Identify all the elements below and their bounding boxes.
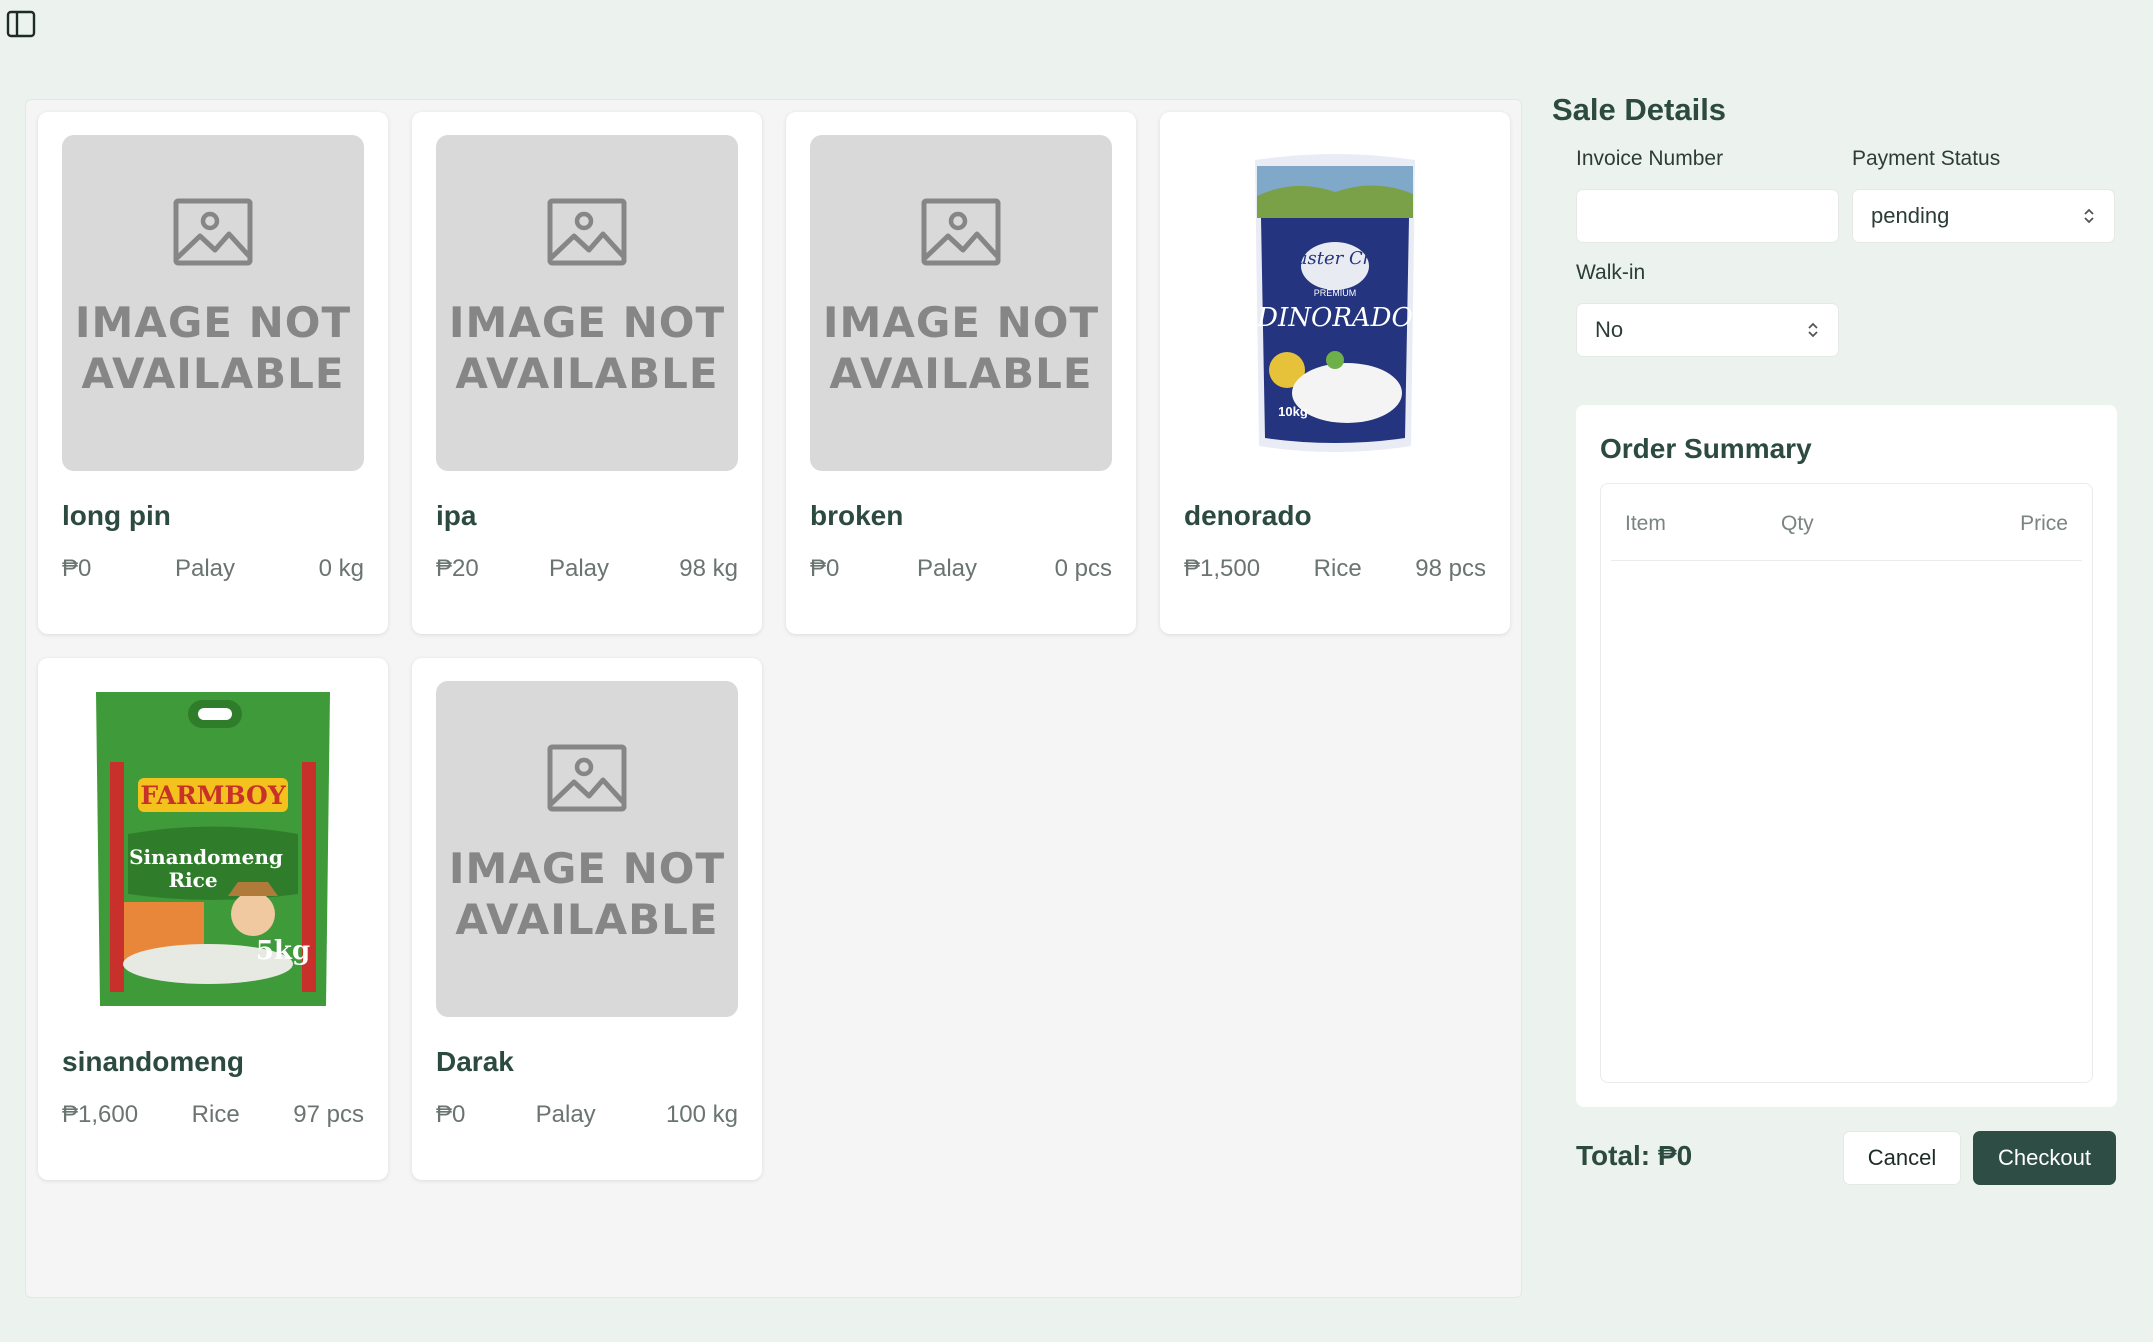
order-summary-title: Order Summary — [1600, 433, 1812, 464]
product-stock: 98 pcs — [1415, 555, 1486, 582]
payment-status-value: pending — [1871, 203, 1950, 228]
walk-in-value: No — [1595, 317, 1624, 342]
farmboy-rice-bag-image: FARMBOY Sinandomeng Rice 5kg — [96, 692, 330, 1006]
product-image: FARMBOY Sinandomeng Rice 5kg — [62, 681, 364, 1017]
image-placeholder-icon-wrap — [547, 744, 627, 817]
cancel-button[interactable]: Cancel — [1843, 1131, 1961, 1185]
product-image-placeholder: IMAGE NOT AVAILABLE — [810, 135, 1112, 471]
product-price: ₱0 — [436, 1101, 466, 1128]
product-meta: ₱1,500 Rice 98 pcs — [1184, 555, 1486, 583]
bag-variety-text: Sinandomeng — [129, 845, 283, 869]
invoice-number-input[interactable] — [1576, 189, 1839, 243]
order-summary-header: Item Qty Price — [1611, 484, 2082, 561]
product-price: ₱1,600 — [62, 1101, 139, 1128]
bag-brand-text: Master Chef — [1277, 248, 1395, 269]
product-image: Master Chef PREMIUM DINORADO 10kg — [1184, 135, 1486, 471]
product-card[interactable]: IMAGE NOT AVAILABLE long pin ₱0 Palay 0 k… — [38, 112, 388, 634]
column-header-qty: Qty — [1781, 512, 1814, 535]
product-category: Palay — [174, 555, 236, 582]
product-catalog-panel: IMAGE NOT AVAILABLE long pin ₱0 Palay 0 k… — [25, 99, 1522, 1298]
image-placeholder-icon — [547, 744, 627, 811]
image-not-available-text: IMAGE NOT AVAILABLE — [74, 297, 352, 398]
walk-in-select[interactable]: No — [1576, 303, 1839, 357]
product-stock: 97 pcs — [293, 1101, 364, 1128]
product-name: long pin — [62, 500, 171, 531]
sidebar-toggle-button[interactable] — [4, 7, 37, 40]
product-price: ₱0 — [62, 555, 92, 582]
product-meta: ₱1,600 Rice 97 pcs — [62, 1101, 364, 1129]
product-name: ipa — [436, 500, 477, 531]
bag-weight-text: 10kg — [1278, 404, 1308, 419]
product-card[interactable]: IMAGE NOT AVAILABLE broken ₱0 Palay 0 pcs — [786, 112, 1136, 634]
chevron-up-down-icon — [1808, 322, 1818, 338]
product-grid: IMAGE NOT AVAILABLE long pin ₱0 Palay 0 k… — [38, 112, 1510, 1180]
image-placeholder-icon-wrap — [173, 198, 253, 271]
bag-brand-text: FARMBOY — [140, 781, 287, 810]
image-placeholder-icon-wrap — [921, 198, 1001, 271]
product-category: Rice — [191, 1101, 240, 1128]
image-not-available-text: IMAGE NOT AVAILABLE — [448, 843, 726, 944]
product-category: Palay — [535, 1101, 596, 1128]
image-placeholder-icon — [921, 198, 1001, 265]
product-price: ₱20 — [436, 555, 479, 582]
product-name: sinandomeng — [62, 1046, 245, 1077]
product-meta: ₱20 Palay 98 kg — [436, 555, 738, 583]
product-price: ₱0 — [810, 555, 840, 582]
bag-variety-text: DINORADO — [1256, 303, 1413, 333]
product-image-placeholder: IMAGE NOT AVAILABLE — [436, 681, 738, 1017]
product-stock: 0 kg — [318, 555, 364, 582]
bag-grade-text: PREMIUM — [1314, 288, 1357, 298]
product-meta: ₱0 Palay 0 pcs — [810, 555, 1112, 583]
product-meta: ₱0 Palay 100 kg — [436, 1101, 738, 1129]
product-image-placeholder: IMAGE NOT AVAILABLE — [62, 135, 364, 471]
product-card[interactable]: Master Chef PREMIUM DINORADO 10kg denora… — [1160, 112, 1510, 634]
order-summary-table: Item Qty Price — [1600, 483, 2093, 1083]
bag-variety-text-2: Rice — [168, 868, 217, 892]
product-category: Palay — [916, 555, 978, 582]
image-not-available-text: IMAGE NOT AVAILABLE — [448, 297, 726, 398]
product-card[interactable]: FARMBOY Sinandomeng Rice 5kg sinandomeng… — [38, 658, 388, 1180]
payment-status-label: Payment Status — [1852, 147, 2001, 170]
product-name: Darak — [436, 1046, 514, 1077]
product-price: ₱1,500 — [1184, 555, 1261, 582]
product-name: broken — [810, 500, 904, 531]
product-card[interactable]: IMAGE NOT AVAILABLE Darak ₱0 Palay 100 kg — [412, 658, 762, 1180]
column-header-price: Price — [2020, 512, 2068, 535]
sidebar-toggle-icon — [6, 10, 35, 37]
product-stock: 0 pcs — [1054, 555, 1112, 582]
checkout-button[interactable]: Checkout — [1973, 1131, 2116, 1185]
order-total: Total: ₱0 — [1576, 1140, 1693, 1171]
payment-status-select[interactable]: pending — [1852, 189, 2115, 243]
chevron-up-down-icon — [2084, 208, 2094, 224]
image-placeholder-icon — [173, 198, 253, 265]
column-header-item: Item — [1625, 512, 1666, 535]
product-stock: 98 kg — [679, 555, 738, 582]
image-not-available-text: IMAGE NOT AVAILABLE — [822, 297, 1100, 398]
product-meta: ₱0 Palay 0 kg — [62, 555, 364, 583]
masterchef-rice-bag-image: Master Chef PREMIUM DINORADO 10kg — [1255, 154, 1415, 452]
product-name: denorado — [1184, 500, 1312, 531]
invoice-number-label: Invoice Number — [1576, 147, 1724, 170]
image-placeholder-icon — [547, 198, 627, 265]
bag-weight-text: 5kg — [256, 936, 310, 966]
order-summary-card: Order Summary Item Qty Price — [1576, 405, 2117, 1107]
product-card[interactable]: IMAGE NOT AVAILABLE ipa ₱20 Palay 98 kg — [412, 112, 762, 634]
walk-in-label: Walk-in — [1576, 261, 1646, 284]
product-stock: 100 kg — [665, 1101, 738, 1128]
sale-details-title: Sale Details — [1552, 92, 1727, 127]
product-category: Palay — [548, 555, 610, 582]
product-image-placeholder: IMAGE NOT AVAILABLE — [436, 135, 738, 471]
image-placeholder-icon-wrap — [547, 198, 627, 271]
product-category: Rice — [1313, 555, 1362, 582]
